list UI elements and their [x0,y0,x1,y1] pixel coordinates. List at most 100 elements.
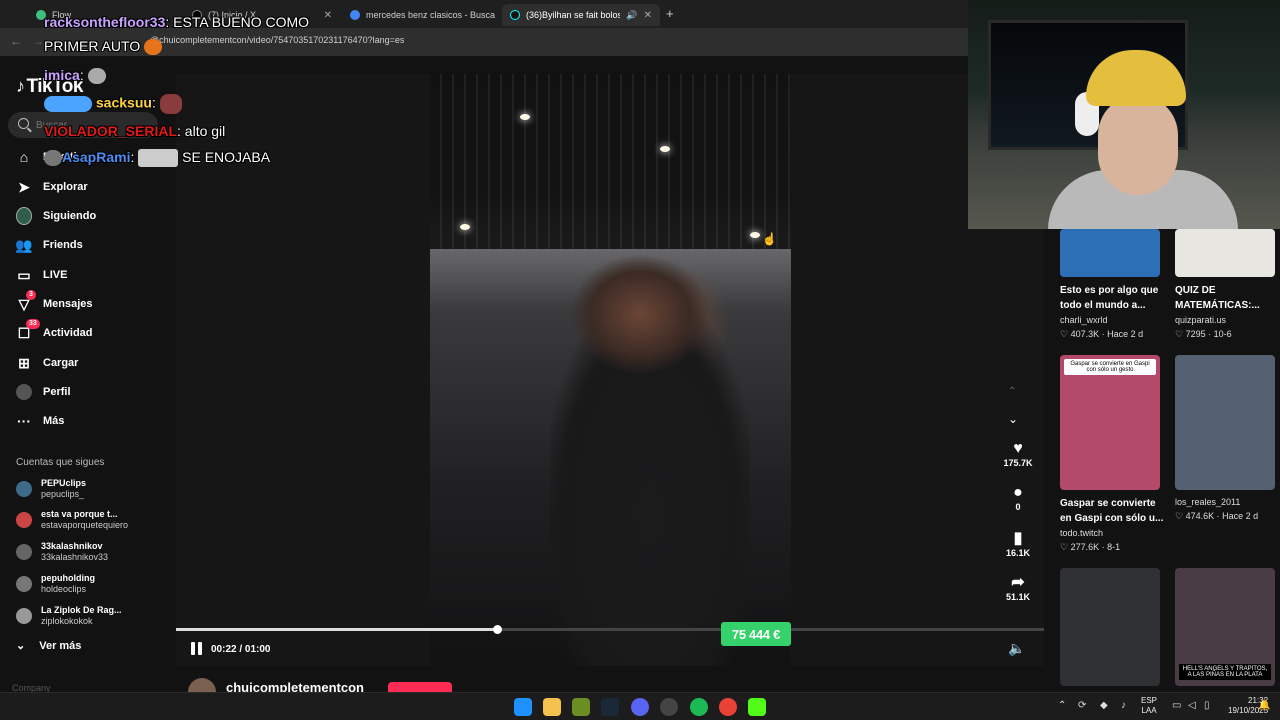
chat-message: imica: [44,67,106,85]
chevron-up-icon[interactable]: ⌃ [1008,386,1016,397]
related-video-title[interactable]: Esto es por algo que todo el mundo a... [1060,283,1164,313]
following-icon [16,207,32,225]
avatar [16,608,32,624]
followed-account[interactable]: PEPUclips pepuclips_ [16,476,86,502]
related-video-thumbnail[interactable] [1175,229,1275,277]
related-video-thumbnail[interactable] [1175,355,1275,490]
emote-icon [144,39,163,56]
share-button[interactable]: ➦ 51.1K [996,572,1040,602]
related-video-stats: ♡ 277.6K · 8-1 [1060,542,1121,552]
share-icon: ➦ [1011,574,1025,591]
chat-message: PRIMER AUTO [44,38,163,56]
close-tab-icon[interactable]: ✕ [644,10,652,21]
notification-icon[interactable]: 🔔 [1258,700,1270,711]
search-icon [18,118,29,129]
comment-button[interactable]: ● 0 [996,484,1040,512]
followed-account[interactable]: pepuholding holdeoclips [16,571,95,597]
nav-explorar[interactable]: ➤ Explorar [16,176,88,198]
emote-icon [159,94,182,114]
following-section-title: Cuentas que sigues [16,457,105,468]
nav-cargar[interactable]: ⊞ Cargar [16,352,78,374]
save-button[interactable]: ▮ 16.1K [996,528,1040,558]
battery-icon[interactable]: ▯ [1204,700,1210,711]
progress-fill [176,628,498,631]
related-video-user[interactable]: los_reales_2011 [1175,497,1240,507]
badges-icon [44,96,92,112]
avatar [16,576,32,592]
pause-button[interactable] [191,642,205,656]
nav-actividad[interactable]: ☐ 33 Actividad [16,319,93,344]
like-button[interactable]: ♥ 175.7K [996,440,1040,468]
discord-icon[interactable] [631,698,649,716]
tab-google[interactable]: mercedes benz clasicos - Busca✕ [342,4,500,26]
chrome-icon[interactable] [719,698,737,716]
network-icon[interactable]: ▭ [1172,700,1181,711]
volume-icon[interactable]: 🔈 [1008,640,1025,657]
chat-message: sacksuu: [44,94,182,114]
related-video-stats: ♡ 407.3K · Hace 2 d [1060,329,1144,339]
nav-perfil[interactable]: Perfil [16,381,71,403]
file-explorer-icon[interactable] [543,698,561,716]
nav-live[interactable]: ▭ LIVE [16,264,67,286]
windows-start-icon[interactable] [514,698,532,716]
related-video-thumbnail[interactable] [1060,568,1160,686]
video-player[interactable] [430,74,791,666]
related-video-user[interactable]: todo.twitch [1060,528,1103,538]
nav-siguiendo[interactable]: Siguiendo [16,205,96,227]
forward-arrow-icon[interactable]: → [32,34,44,48]
chevron-up-icon[interactable]: ⌃ [1058,700,1066,711]
video-person [550,254,750,666]
security-icon[interactable]: ◆ [1100,700,1108,711]
follow-button[interactable] [388,682,452,692]
related-video-user[interactable]: quizparati.us [1175,315,1226,325]
followed-account[interactable]: esta va porque t... estavaporquetequiero [16,507,128,533]
app-icon[interactable] [572,698,590,716]
activity-badge: 33 [26,319,40,329]
back-arrow-icon[interactable]: ← [10,34,22,48]
heart-icon: ♥ [1013,440,1023,457]
related-video-user[interactable]: charli_wxrld [1060,315,1108,325]
kick-icon[interactable] [748,698,766,716]
author-name[interactable]: chuicompletementcon [226,680,364,692]
chat-message: racksonthefloor33: ESTA BUENO COMO [44,14,310,30]
spotify-icon[interactable] [690,698,708,716]
app-icon[interactable] [660,698,678,716]
tab-tiktok[interactable]: (36)Byilhan se fait boloss pa🔊✕ [502,4,660,26]
speaker-icon[interactable]: ◁ [1188,700,1196,711]
avatar [16,481,32,497]
ver-mas-button[interactable]: ⌄ Ver más [16,639,81,653]
close-tab-icon[interactable]: ✕ [324,10,332,21]
chevron-down-icon: ⌄ [16,640,26,652]
speaker-icon[interactable]: 🔊 [626,10,637,21]
ceiling-light [750,232,760,238]
nav-mas[interactable]: ··· Más [16,410,64,432]
ceiling-light [520,114,530,120]
avatar[interactable] [188,678,216,692]
related-video-thumbnail[interactable] [1060,229,1160,277]
related-video-title[interactable]: QUIZ DE MATEMÁTICAS:... [1175,283,1279,313]
new-tab-button[interactable]: + [666,6,674,21]
related-video-thumbnail[interactable]: HELL'S ANGELS Y TRAPITOS, A LAS PIÑAS EN… [1175,568,1275,686]
chat-message: AsapRami: SE ENOJABA [44,149,270,168]
related-video-title[interactable]: Gaspar se convierte en Gaspi con sólo u.… [1060,496,1164,526]
tiktok-favicon-icon [510,10,520,20]
language-indicator[interactable]: ESP LAA [1141,696,1157,716]
streamer-webcam [968,0,1280,229]
tiktok-note-icon: ♪ [16,76,25,96]
followed-account[interactable]: La Ziplok De Rag... ziplokokokok [16,603,122,629]
messages-badge: 3 [26,290,36,300]
sync-icon[interactable]: ⟳ [1078,700,1086,711]
mouse-cursor-icon: ☝ [762,232,777,246]
chevron-down-icon[interactable]: ⌄ [1008,412,1018,426]
related-video-thumbnail[interactable]: Gaspar se convierte en Gaspi con sólo un… [1060,355,1160,490]
related-video-stats: ♡ 474.6K · Hace 2 d [1175,511,1259,521]
url-text[interactable]: @chuicompletementcon/video/7547035170231… [150,35,404,45]
mic-icon[interactable]: ♪ [1121,700,1126,711]
chat-message: VIOLADOR_SERIAL: alto gil [44,123,226,139]
related-video-stats: ♡ 7295 · 10-6 [1175,329,1232,339]
steam-icon[interactable] [601,698,619,716]
followed-account[interactable]: 33kalashnikov 33kalashnikov33 [16,539,108,565]
avatar [16,512,32,528]
nav-mensajes[interactable]: ▽ 3 Mensajes [16,290,93,315]
nav-friends[interactable]: 👥 Friends [15,234,82,256]
